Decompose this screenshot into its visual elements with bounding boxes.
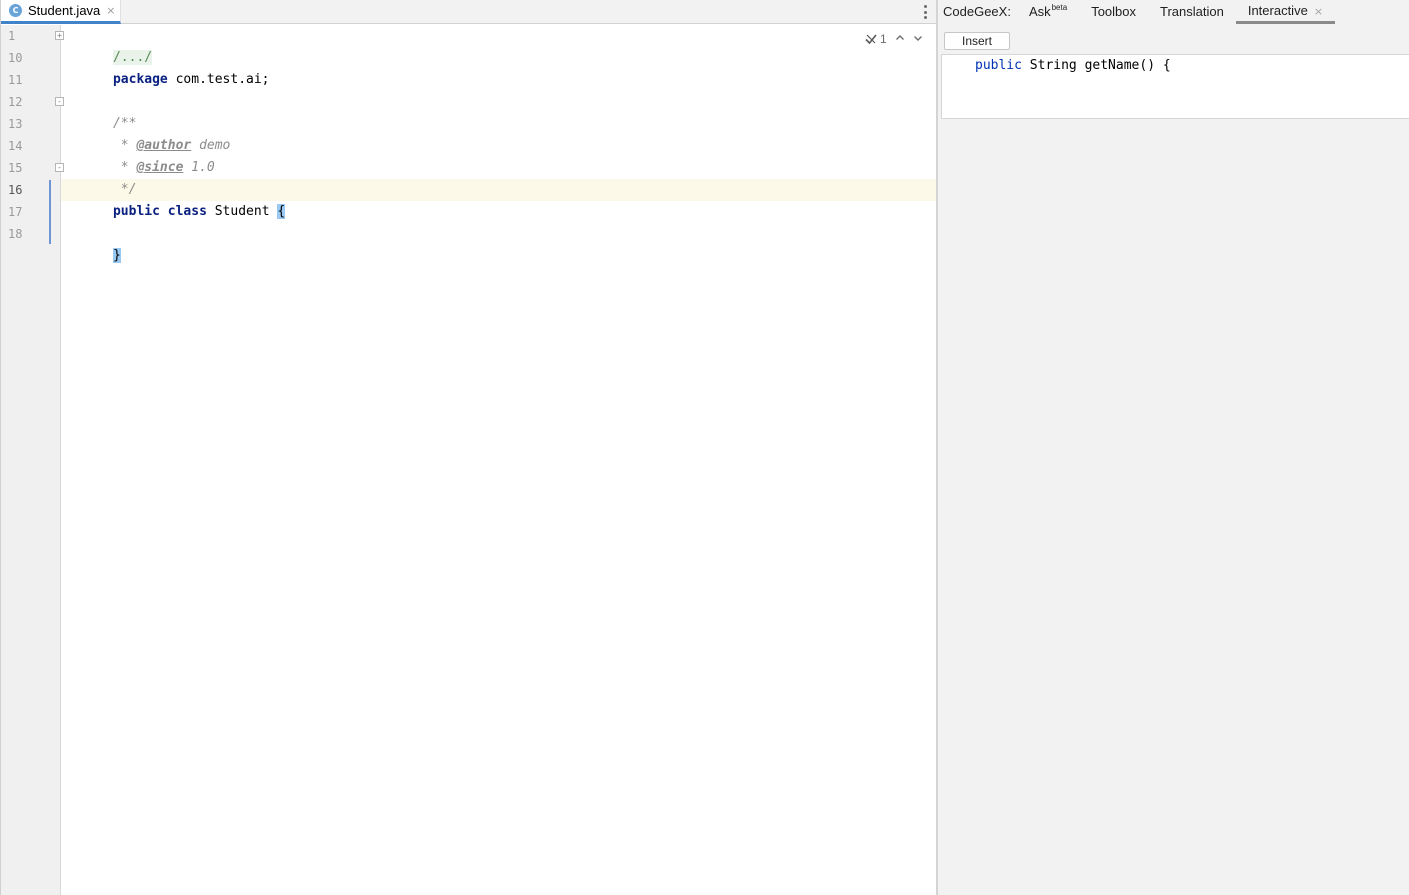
code-editor[interactable]: C Student.java × 1 10 11 12 13 14 15 16 … xyxy=(0,0,937,895)
codegeex-panel: CodeGeeX: Askbeta Toolbox Translation In… xyxy=(938,0,1409,895)
insert-button[interactable]: Insert xyxy=(944,32,1010,50)
matched-brace-close: } xyxy=(112,248,121,263)
line-number: 17 xyxy=(8,205,23,219)
codegeex-tab-bar: CodeGeeX: Askbeta Toolbox Translation In… xyxy=(938,0,1409,24)
line-number: 12 xyxy=(8,95,23,109)
code-line-12: /** xyxy=(66,91,136,131)
keyword: class xyxy=(167,204,207,219)
javadoc-value: 1.0 xyxy=(183,160,215,175)
line-number: 18 xyxy=(8,227,23,241)
generated-code-box[interactable]: public String getName() { xyxy=(941,54,1409,119)
code-line-16: public class Student { xyxy=(66,179,286,219)
chevron-down-icon[interactable] xyxy=(913,33,923,46)
tab-ask-label: Ask xyxy=(1028,4,1051,19)
tab-interactive[interactable]: Interactive × xyxy=(1235,0,1336,24)
line-number: 13 xyxy=(8,117,23,131)
line-number-current: 16 xyxy=(8,183,23,197)
inspection-widget[interactable]: 1 xyxy=(865,30,923,48)
file-tab-label: Student.java xyxy=(28,3,101,18)
line-number: 1 xyxy=(8,29,16,43)
code-line-10: package com.test.ai; xyxy=(66,47,270,87)
editor-tab-bar: C Student.java × xyxy=(1,0,937,24)
fold-collapse-icon[interactable]: - xyxy=(55,97,64,106)
beta-badge: beta xyxy=(1051,3,1068,12)
matched-brace-open: { xyxy=(277,204,286,219)
close-icon[interactable]: × xyxy=(106,4,115,17)
tab-toolbox[interactable]: Toolbox xyxy=(1079,0,1148,24)
line-number: 11 xyxy=(8,73,23,87)
line-number-gutter[interactable]: 1 10 11 12 13 14 15 16 17 18 + - - xyxy=(1,25,64,895)
inspection-count-value: 1 xyxy=(880,32,887,46)
keyword: public xyxy=(112,204,160,219)
class-icon: C xyxy=(9,4,22,17)
tab-ask[interactable]: Askbeta xyxy=(1017,0,1079,24)
file-tab-student-java[interactable]: C Student.java × xyxy=(1,0,121,24)
class-name: Student xyxy=(206,204,278,219)
generated-code-line: public String getName() { xyxy=(975,56,1171,76)
line-number: 10 xyxy=(8,51,23,65)
line-number: 15 xyxy=(8,161,23,175)
vcs-change-marker[interactable] xyxy=(49,180,51,244)
code-line-13: * @author demo xyxy=(66,113,231,153)
line-number: 14 xyxy=(8,139,23,153)
fold-expand-icon[interactable]: + xyxy=(55,31,64,40)
javadoc-tag: @since xyxy=(136,160,184,175)
inspection-count[interactable]: 1 xyxy=(865,32,887,46)
fold-collapse-icon[interactable]: - xyxy=(55,163,64,172)
tab-translation[interactable]: Translation xyxy=(1148,0,1236,24)
code-line-14: * @since 1.0 xyxy=(66,135,215,175)
codegeex-title: CodeGeeX: xyxy=(943,4,1011,19)
keyword: public xyxy=(975,58,1022,73)
tab-interactive-label: Interactive xyxy=(1247,3,1308,18)
check-icon xyxy=(865,34,877,45)
close-icon[interactable]: × xyxy=(1314,5,1323,18)
code-line-15: */ xyxy=(66,157,137,197)
code-line-18: } xyxy=(66,223,121,263)
chevron-up-icon[interactable] xyxy=(895,33,905,46)
method-signature: String getName() { xyxy=(1021,58,1171,73)
keyword: package xyxy=(112,72,168,87)
code-line-1: /.../ xyxy=(66,25,153,65)
package-name: com.test.ai; xyxy=(167,72,270,87)
more-options-icon[interactable] xyxy=(920,4,930,20)
